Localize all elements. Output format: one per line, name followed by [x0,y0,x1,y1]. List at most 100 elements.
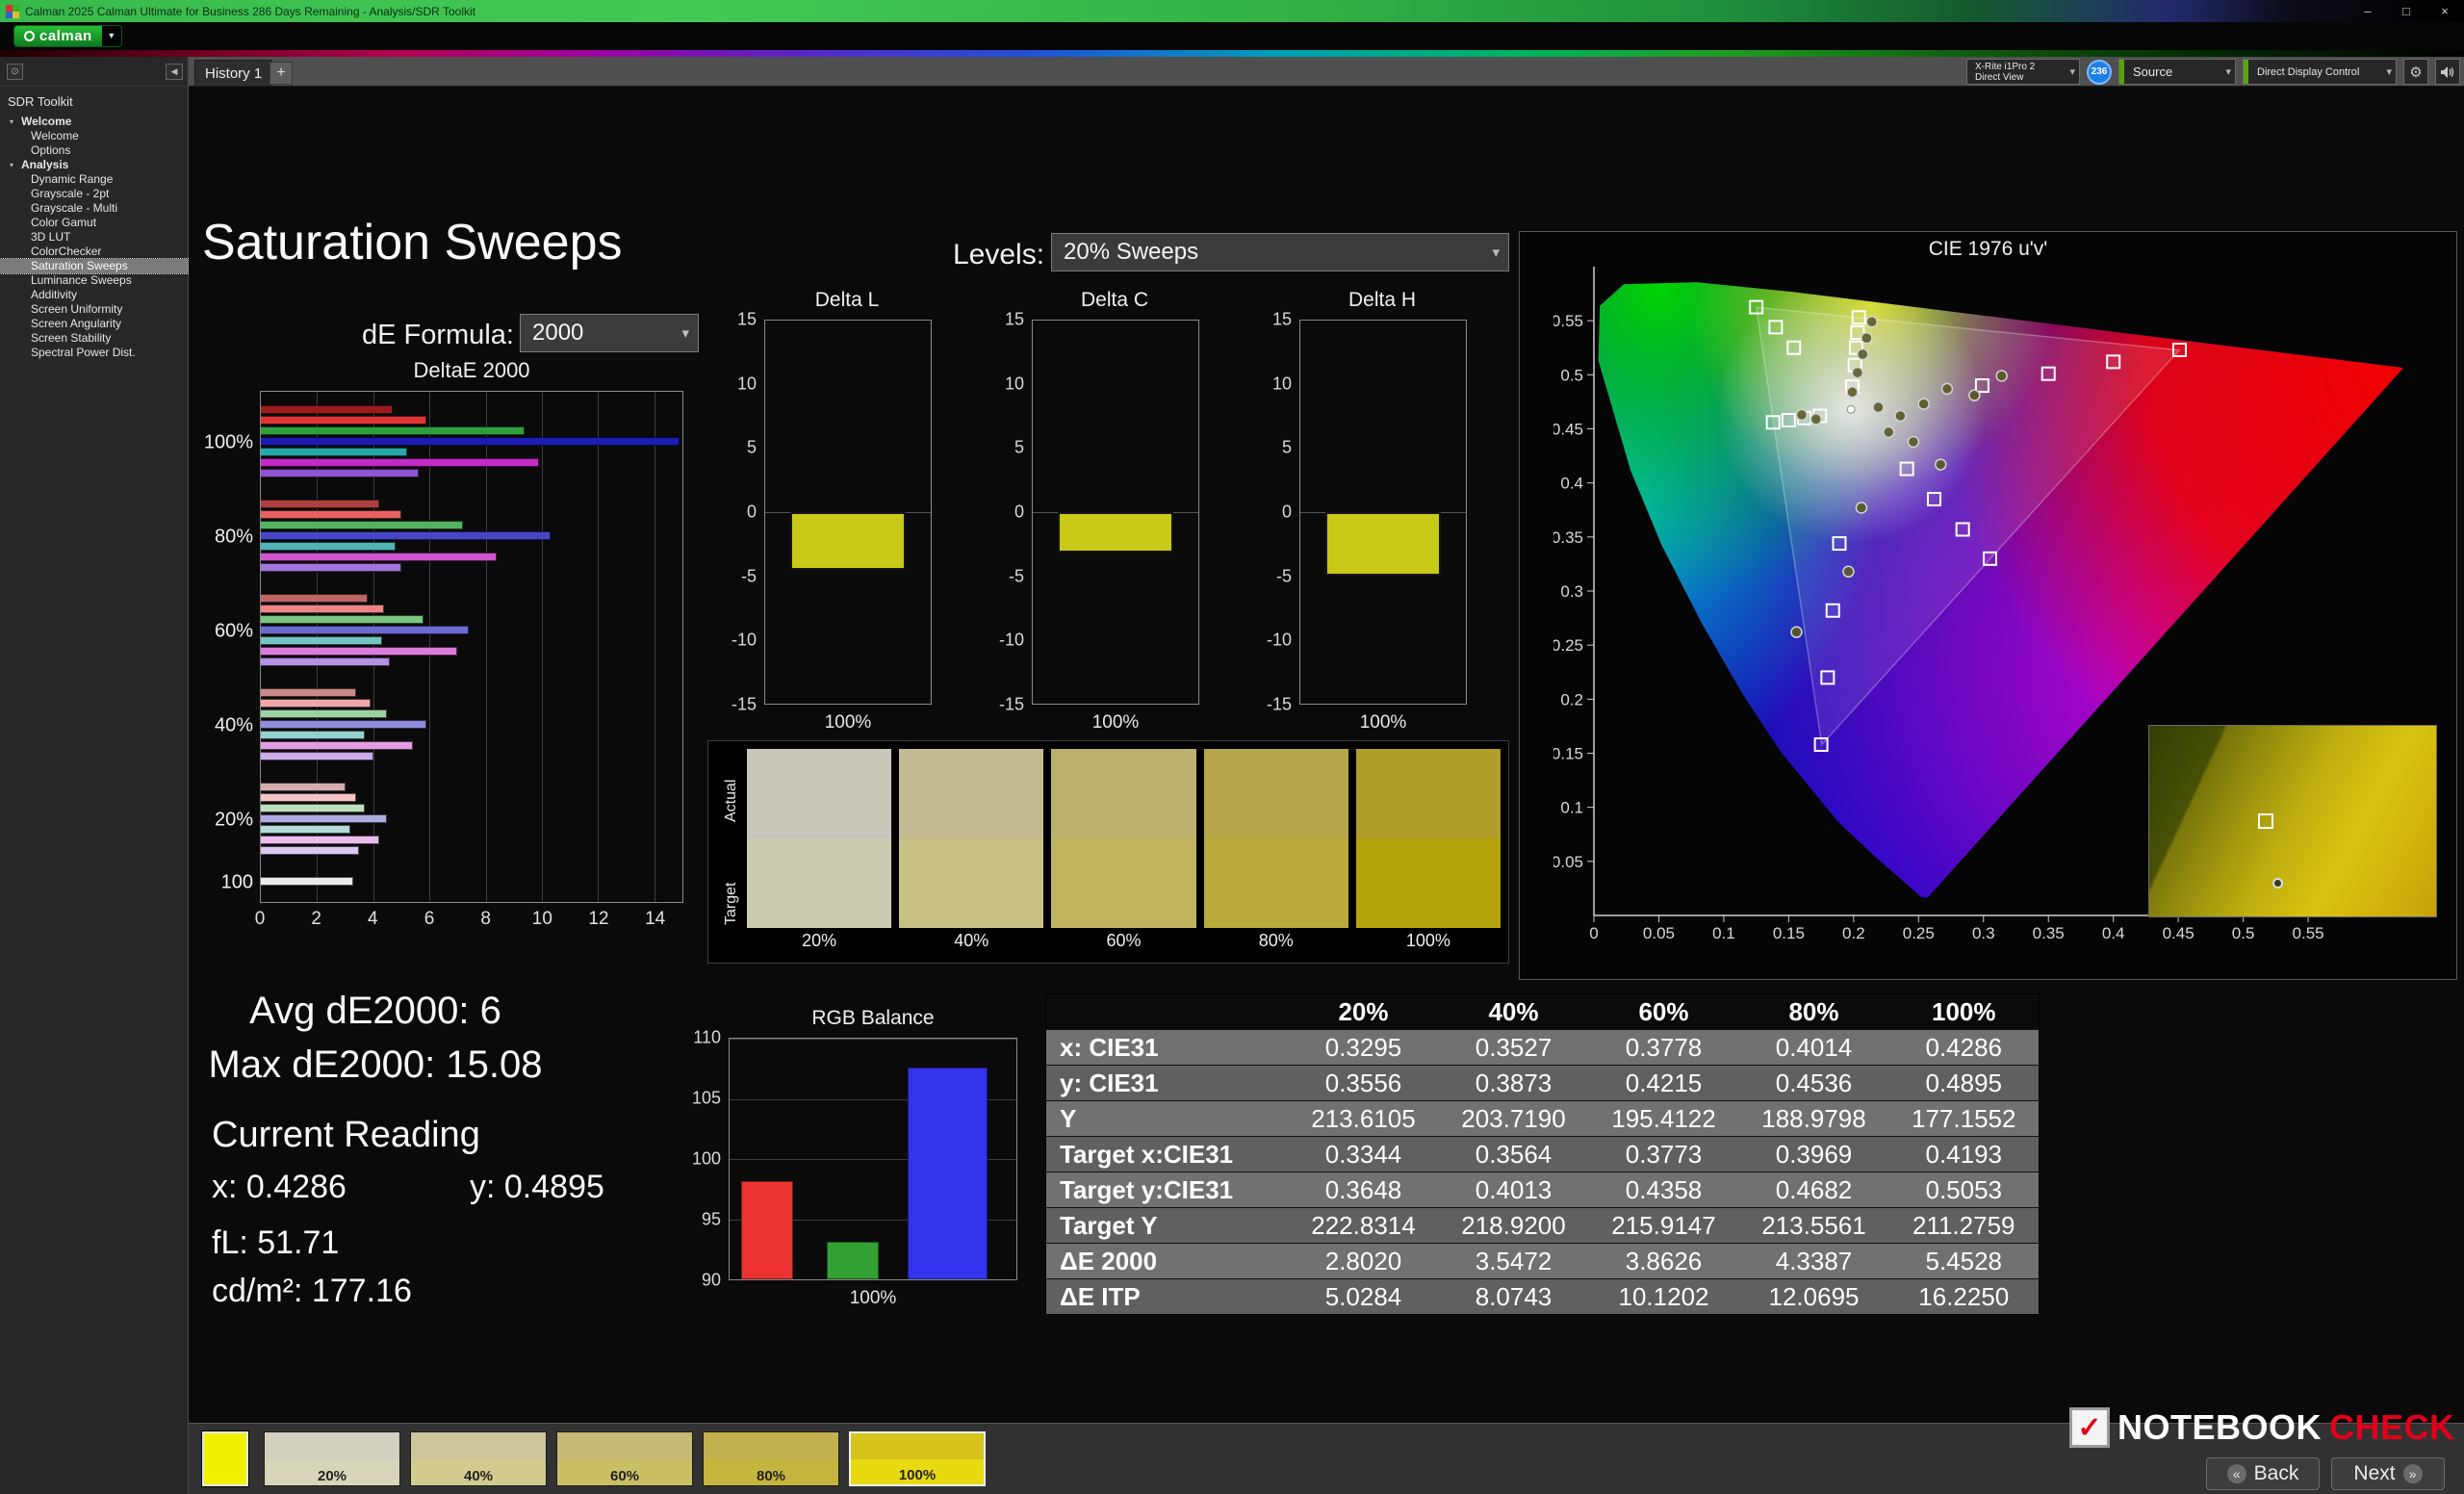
audio-button[interactable] [2435,59,2460,85]
app-icon-quadrant [6,4,13,12]
sidebar-item-additivity[interactable]: Additivity [0,288,188,302]
y-tick-label: 15 [1271,309,1292,329]
notebookcheck-watermark: ✓ NOTEBOOK CHECK [2069,1407,2455,1448]
levels-label: Levels: [953,239,1045,270]
sidebar-collapse-button[interactable]: ◀ [166,64,183,80]
close-button[interactable]: × [2426,0,2464,22]
sidebar-item-luminance-sweeps[interactable]: Luminance Sweeps [0,273,188,288]
cie-measurement-dot [1857,348,1869,361]
table-cell: 0.4286 [1888,1029,2040,1066]
sidebar-item-grayscale-multi[interactable]: Grayscale - Multi [0,201,188,216]
y-tick-label: 0 [1281,502,1292,522]
sidebar-item-color-gamut[interactable]: Color Gamut [0,216,188,230]
sidebar-item-label: Grayscale - 2pt [31,187,110,200]
levels-dropdown[interactable]: 20% Sweeps ▾ [1051,233,1509,271]
current-pattern-swatch[interactable] [201,1430,249,1487]
sidebar-item-screen-stability[interactable]: Screen Stability [0,331,188,346]
sidebar-item-saturation-sweeps[interactable]: Saturation Sweeps [0,258,189,274]
settings-button[interactable]: ⚙ [2403,59,2428,85]
pattern-thumbnail-80[interactable]: 80% [703,1431,839,1486]
table-cell: 203.7190 [1438,1100,1589,1137]
tree-expander-icon[interactable]: ▾ [10,115,21,129]
cie-measurement-dot [1842,565,1855,579]
display-control-dropdown[interactable]: Direct Display Control ▾ [2243,59,2397,85]
sidebar-header: ⊙ ◀ [0,57,188,87]
de-bar-stack [261,687,682,761]
app-icon [6,4,19,18]
cie-measurement-dot [1795,408,1809,422]
chevron-down-icon: ▾ [2225,66,2231,78]
row-label: y: CIE31 [1045,1065,1289,1101]
sidebar-item-welcome[interactable]: Welcome [0,129,188,143]
sidebar-item-analysis[interactable]: ▾ Analysis [0,158,188,172]
max-de2000: Max dE2000: 15.08 [208,1043,543,1086]
table-cell: 16.2250 [1888,1278,2040,1315]
pattern-thumbnail-40[interactable]: 40% [410,1431,547,1486]
y-tick-label: 0.25 [1553,636,1583,655]
deltae-plot-area: 100% 80% 60% 40% 20% 100 [204,391,683,903]
delta-h-plot-area [1299,320,1467,705]
sidebar-item-welcome[interactable]: ▾ Welcome [0,115,188,129]
sidebar-item-label: Color Gamut [31,216,97,229]
sidebar-item-3d-lut[interactable]: 3D LUT [0,230,188,245]
calman-menu-button[interactable]: calman ▾ [13,25,122,47]
y-tick-label: 100% [203,431,253,453]
back-arrow-icon: « [2226,1464,2246,1483]
sidebar-item-label: Spectral Power Dist. [31,346,136,359]
x-tick-label: 2 [311,909,321,929]
de-bar [261,751,373,760]
chart-title: Delta L [814,289,880,311]
chevron-down-icon[interactable]: ▾ [101,26,121,46]
meter-selector-dropdown[interactable]: X-Rite i1Pro 2 Direct View ▾ [1966,59,2080,85]
cie-measurement-dot [1872,400,1885,414]
y-tick-label: -10 [731,630,757,650]
table-cell: 0.3527 [1438,1029,1589,1066]
pin-icon[interactable]: ⊙ [7,64,23,80]
de-bar [261,562,401,572]
sidebar-item-options[interactable]: Options [0,143,188,158]
sidebar-item-colorchecker[interactable]: ColorChecker [0,245,188,259]
maximize-button[interactable]: □ [2387,0,2426,22]
next-button[interactable]: Next » [2331,1457,2445,1490]
sidebar-item-dynamic-range[interactable]: Dynamic Range [0,172,188,187]
calman-logo: calman [14,26,102,46]
source-status-indicator [2119,60,2124,84]
x-tick-label: 0.55 [2293,924,2324,942]
cie-target-marker [1825,603,1840,618]
sidebar-item-screen-uniformity[interactable]: Screen Uniformity [0,302,188,317]
sidebar-item-screen-angularity[interactable]: Screen Angularity [0,317,188,331]
calman-logo-icon [24,31,35,41]
sidebar: ⊙ ◀ SDR Toolkit ▾ Welcome Welcome Options ▾ A… [0,57,189,1494]
y-tick-label: 0.4 [1560,475,1583,493]
sidebar-item-grayscale-2pt[interactable]: Grayscale - 2pt [0,187,188,201]
chevron-down-icon: ▾ [2386,66,2392,78]
watermark-text: NOTEBOOK [2118,1407,2323,1447]
table-cell: 0.4215 [1588,1065,1739,1101]
y-tick-label: 80% [214,526,253,548]
de-bar [261,468,419,477]
pattern-thumbnail-100[interactable]: 100% [849,1431,986,1486]
source-selector-dropdown[interactable]: Source ▾ [2118,59,2236,85]
swatch-label: 100% [1405,930,1450,950]
tree-expander-icon[interactable]: ▾ [10,158,21,172]
back-button[interactable]: « Back [2206,1457,2320,1490]
tab-history-1[interactable]: History 1 [194,60,273,87]
y-tick-label: 5 [746,437,757,457]
x-tick-label: 6 [424,909,435,929]
table-cell: 213.5561 [1738,1207,1889,1244]
cie-measurement-dot [1907,435,1920,449]
table-cell: 5.0284 [1288,1278,1439,1315]
pattern-thumbnail-60[interactable]: 60% [556,1431,693,1486]
minimize-button[interactable]: – [2348,0,2387,22]
app-icon-quadrant [13,4,19,12]
x-tick-label: 0.35 [2033,924,2065,942]
de-formula-dropdown[interactable]: 2000 ▾ [520,314,699,352]
add-tab-button[interactable]: + [270,62,293,85]
app-icon-quadrant [6,11,13,18]
sidebar-item-label: Luminance Sweeps [31,273,132,287]
x-tick-label: 0.25 [1903,924,1935,942]
x-axis-label: 100% [1091,712,1140,733]
table-cell: 0.3969 [1738,1136,1889,1172]
pattern-thumbnail-20[interactable]: 20% [264,1431,400,1486]
sidebar-item-spectral-power-dist[interactable]: Spectral Power Dist. [0,346,188,360]
